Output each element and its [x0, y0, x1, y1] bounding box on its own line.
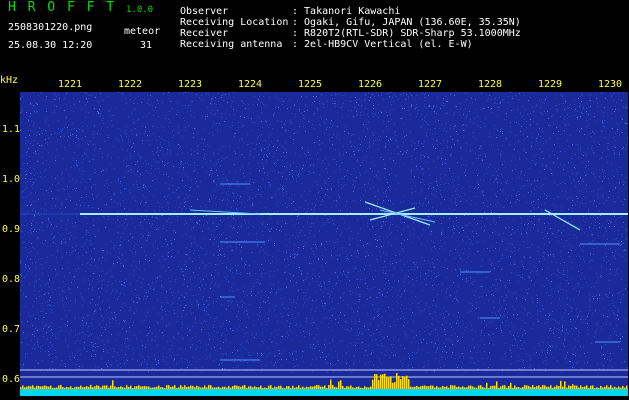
info-value-antenna: : 2el-HB9CV Vertical (el. E-W)	[292, 39, 473, 50]
x-tick-label: 1221	[57, 79, 83, 90]
y-tick-label: 0.7	[2, 324, 21, 335]
x-tick-label: 1226	[357, 79, 383, 90]
y-tick-label: 1.1	[2, 124, 21, 135]
spectrogram-canvas	[20, 92, 628, 396]
spectrogram-background	[20, 92, 628, 396]
x-tick-label: 1223	[177, 79, 203, 90]
y-axis-unit: kHz	[0, 75, 19, 86]
y-tick-label: 0.8	[2, 274, 21, 285]
meteor-label: meteor	[124, 26, 161, 37]
x-tick-label: 1222	[117, 79, 143, 90]
app-title: H R O F F T	[8, 0, 117, 15]
info-label-antenna: Receiving antenna	[180, 39, 283, 50]
x-tick-label: 1230	[597, 79, 623, 90]
y-tick-label: 0.9	[2, 224, 21, 235]
x-tick-label: 1225	[297, 79, 323, 90]
meteor-count: 31	[140, 40, 153, 51]
x-tick-label: 1227	[417, 79, 443, 90]
spectrogram-panel	[20, 92, 628, 396]
amplitude-baseline	[20, 389, 628, 396]
y-tick-label: 0.6	[2, 374, 21, 385]
x-tick-label: 1229	[537, 79, 563, 90]
x-tick-label: 1228	[477, 79, 503, 90]
y-tick-label: 1.0	[2, 174, 21, 185]
app-version: 1.0.0	[126, 5, 154, 15]
x-tick-label: 1224	[237, 79, 263, 90]
file-name: 2508301220.png	[8, 22, 93, 33]
timestamp: 25.08.30 12:20	[8, 40, 93, 51]
header-panel: H R O F F T 1.0.0 2508301220.png 25.08.3…	[0, 0, 629, 76]
